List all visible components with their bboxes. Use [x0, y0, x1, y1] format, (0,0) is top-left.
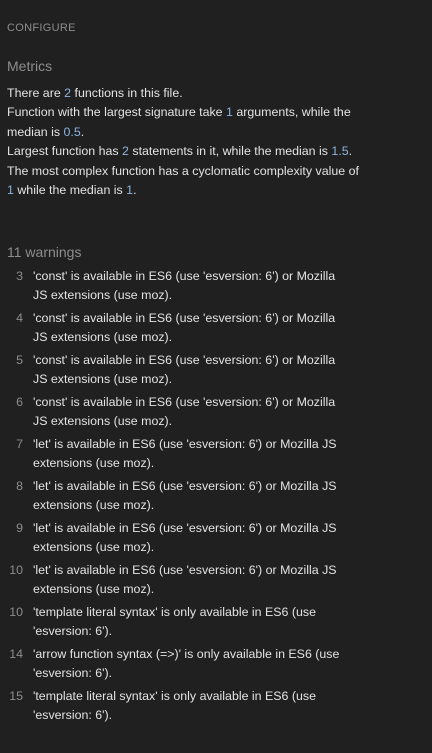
warning-item[interactable]: 3 'const' is available in ES6 (use 'esver…	[7, 267, 357, 309]
warning-message: 'let' is available in ES6 (use 'esversio…	[33, 479, 337, 513]
warning-line-number: 10	[9, 563, 23, 577]
warning-line-number: 15	[9, 689, 23, 703]
warning-line-number: 4	[16, 311, 23, 325]
metrics-summary: There are 2 functions in this file. Func…	[7, 84, 367, 200]
warning-item[interactable]: 5 'const' is available in ES6 (use 'esver…	[7, 351, 357, 393]
warning-message: 'const' is available in ES6 (use 'esvers…	[33, 353, 336, 387]
warning-message: 'let' is available in ES6 (use 'esversio…	[33, 563, 337, 597]
warning-item[interactable]: 4 'const' is available in ES6 (use 'esver…	[7, 309, 357, 351]
warning-message: 'template literal syntax' is only availa…	[33, 689, 316, 723]
metrics-statements: Largest function has 2 statements in it,…	[7, 144, 353, 159]
warning-line-number: 5	[16, 353, 23, 367]
metrics-signature: Function with the largest signature take…	[7, 105, 351, 139]
warning-message: 'const' is available in ES6 (use 'esvers…	[33, 269, 336, 303]
warning-line-number: 14	[9, 647, 23, 661]
jshint-configure-panel: CONFIGURE Metrics There are 2 functions …	[0, 0, 432, 753]
warning-message: 'arrow function syntax (=>)' is only ava…	[33, 647, 340, 681]
warning-line-number: 7	[16, 437, 23, 451]
warning-line-number: 9	[16, 521, 23, 535]
warning-line-number: 6	[16, 395, 23, 409]
warning-item[interactable]: 10 'let' is available in ES6 (use 'esvers…	[7, 561, 357, 603]
configure-link[interactable]: CONFIGURE	[7, 22, 76, 34]
warnings-list: 3 'const' is available in ES6 (use 'esver…	[7, 267, 357, 729]
metrics-function-count: There are 2 functions in this file.	[7, 86, 183, 100]
warning-item[interactable]: 7 'let' is available in ES6 (use 'esversi…	[7, 435, 357, 477]
warning-item[interactable]: 9 'let' is available in ES6 (use 'esversi…	[7, 519, 357, 561]
metrics-complexity: The most complex function has a cyclomat…	[7, 163, 359, 198]
warning-line-number: 3	[16, 269, 23, 283]
warning-item[interactable]: 10 'template literal syntax' is only avai…	[7, 603, 357, 645]
warning-line-number: 8	[16, 479, 23, 493]
warning-item[interactable]: 6 'const' is available in ES6 (use 'esver…	[7, 393, 357, 435]
warning-item[interactable]: 15 'template literal syntax' is only avai…	[7, 687, 357, 729]
warning-item[interactable]: 8 'let' is available in ES6 (use 'esversi…	[7, 477, 357, 519]
warning-message: 'let' is available in ES6 (use 'esversio…	[33, 437, 337, 471]
warning-message: 'const' is available in ES6 (use 'esvers…	[33, 311, 336, 345]
warning-item[interactable]: 14 'arrow function syntax (=>)' is only a…	[7, 645, 357, 687]
warning-message: 'let' is available in ES6 (use 'esversio…	[33, 521, 337, 555]
metrics-title: Metrics	[7, 58, 53, 74]
warning-message: 'template literal syntax' is only availa…	[33, 605, 316, 639]
warning-message: 'const' is available in ES6 (use 'esvers…	[33, 395, 336, 429]
warning-line-number: 10	[9, 605, 23, 619]
warnings-title: 11 warnings	[7, 244, 82, 260]
